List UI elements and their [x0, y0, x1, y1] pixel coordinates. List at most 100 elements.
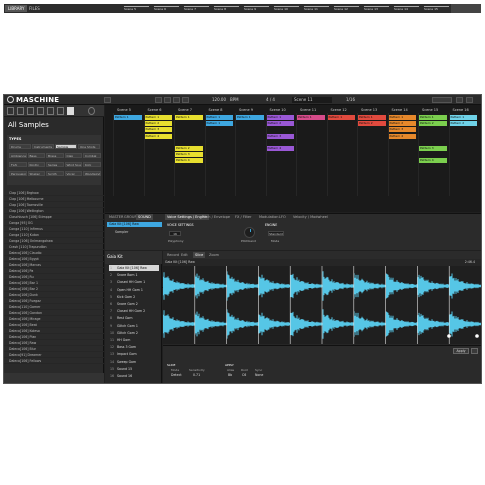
- control-subtab[interactable]: Pitch / Envelope: [200, 214, 232, 220]
- type-tag[interactable]: Vocal: [64, 171, 82, 176]
- pattern-clip[interactable]: Pattern 1: [236, 115, 264, 120]
- sensitivity-value[interactable]: 0.71: [193, 373, 200, 377]
- sound-list-item[interactable]: 16 Sound 16: [109, 373, 159, 379]
- sound-list-item[interactable]: 6 Snare Gom 2: [109, 301, 159, 307]
- type-tag[interactable]: Brass: [46, 153, 64, 158]
- restart-button[interactable]: [155, 97, 162, 103]
- pattern-clip[interactable]: Pattern 2: [144, 121, 172, 127]
- pattern-clip[interactable]: Pattern 4: [144, 133, 172, 139]
- drag-slice-icon[interactable]: [471, 348, 478, 354]
- top-scene-label[interactable]: Scene 10: [274, 6, 299, 11]
- control-subtab[interactable]: FX / Filter: [233, 214, 253, 220]
- group-icon[interactable]: [17, 107, 24, 115]
- type-tag[interactable]: One Shots: [78, 144, 100, 149]
- mode-field[interactable]: Standard: [268, 231, 284, 236]
- pattern-clip[interactable]: Pattern 1: [388, 115, 416, 120]
- pattern-clip[interactable]: Pattern 2: [449, 121, 477, 127]
- pattern-clip[interactable]: Pattern 3: [388, 127, 416, 133]
- scene-header[interactable]: Scene 15: [422, 107, 438, 113]
- group-slot[interactable]: Gaia Kit [106] Raw: [107, 222, 162, 227]
- type-tag[interactable]: Woodwind: [83, 171, 101, 176]
- sound-list-item[interactable]: 2 Snare Bom 1: [109, 272, 159, 278]
- scene-header[interactable]: Scene 8: [209, 107, 223, 113]
- type-tag[interactable]: Series: [46, 162, 64, 167]
- top-scene-label[interactable]: Scene 14: [394, 6, 419, 11]
- loop-button[interactable]: [182, 97, 189, 103]
- pattern-clip[interactable]: Pattern 4: [419, 158, 447, 164]
- pattern-clip[interactable]: Pattern 3: [175, 152, 203, 158]
- sound-list-item[interactable]: 3 Closed HH Gom 1: [109, 279, 159, 285]
- type-tag[interactable]: Kick: [83, 162, 101, 167]
- bpm-value[interactable]: 120.00: [212, 97, 226, 103]
- scene-header[interactable]: Scene 7: [178, 107, 192, 113]
- pattern-clip[interactable]: Pattern 4: [388, 133, 416, 139]
- scene-header[interactable]: Scene 5: [117, 107, 131, 113]
- sound-list-item[interactable]: 13 Impact Gom: [109, 351, 159, 357]
- type-tag[interactable]: Synth: [46, 171, 64, 176]
- pattern-clip[interactable]: Pattern 4: [266, 146, 294, 151]
- effect-icon[interactable]: [47, 107, 54, 115]
- tab-files-top[interactable]: FILES: [26, 5, 43, 12]
- project-icon[interactable]: [7, 107, 14, 115]
- pattern-clip[interactable]: Pattern 2: [419, 121, 447, 127]
- pattern-clip[interactable]: Pattern 1: [266, 115, 294, 120]
- sound-list-item[interactable]: 4 Open HH Gom 1: [109, 287, 159, 293]
- pattern-clip[interactable]: Pattern 3: [419, 146, 447, 151]
- scene-header[interactable]: Scene 14: [392, 107, 408, 113]
- pattern-clip[interactable]: Pattern 1: [449, 115, 477, 120]
- sound-list-item[interactable]: 7 Closed HH Gom 2: [109, 308, 159, 314]
- pattern-clip[interactable]: Pattern 2: [175, 146, 203, 151]
- pattern-clip[interactable]: Pattern 4: [175, 158, 203, 164]
- record-button[interactable]: [173, 97, 180, 103]
- pattern-clip[interactable]: Pattern 1: [175, 115, 203, 120]
- scene-header[interactable]: Scene 6: [148, 107, 162, 113]
- pattern-clip[interactable]: Pattern 1: [205, 115, 233, 120]
- pattern-clip[interactable]: Pattern 1: [114, 115, 142, 120]
- loop-icon[interactable]: [57, 107, 64, 115]
- type-tag[interactable]: Kindly: [27, 162, 45, 167]
- top-scene-label[interactable]: Scene 6: [154, 6, 179, 11]
- sound-list-item[interactable]: 5 Kick Gom 2: [109, 294, 159, 300]
- sound-list-item[interactable]: 9 Glitch Gom 1: [109, 323, 159, 329]
- type-tag[interactable]: Percussion: [9, 171, 27, 176]
- slice-end-handle[interactable]: [475, 334, 479, 338]
- pattern-clip[interactable]: Pattern 1: [327, 115, 355, 120]
- time-signature[interactable]: 4 / 4: [266, 97, 275, 103]
- instrument-icon[interactable]: [37, 107, 44, 115]
- apply-button[interactable]: Apply: [453, 348, 469, 354]
- browser-toggle-button[interactable]: [104, 97, 111, 103]
- top-scene-label[interactable]: Scene 11: [304, 6, 329, 11]
- type-tag[interactable]: Instruments: [32, 144, 54, 149]
- scene-header[interactable]: Scene 11: [300, 107, 316, 113]
- tab-sound[interactable]: SOUND: [136, 214, 153, 220]
- top-scene-label[interactable]: Scene 9: [244, 6, 269, 11]
- alias-value[interactable]: Bb: [228, 373, 232, 377]
- root-value[interactable]: C6: [242, 373, 246, 377]
- editor-tab[interactable]: Zoom: [207, 252, 221, 258]
- pitchbend-knob[interactable]: [244, 227, 255, 238]
- sound-list-item[interactable]: 1 Gaia Kit [106] Raw: [109, 265, 159, 271]
- scene-header[interactable]: Scene 9: [239, 107, 253, 113]
- top-scene-label[interactable]: Scene 7: [184, 6, 209, 11]
- sound-list-item[interactable]: 11 HH Gom: [109, 337, 159, 343]
- pattern-clip[interactable]: Pattern 1: [358, 115, 386, 120]
- slice-mode-value[interactable]: Detect: [171, 373, 182, 377]
- grid-value[interactable]: 1/16: [346, 97, 355, 103]
- pattern-clip[interactable]: Pattern 2: [266, 121, 294, 127]
- pattern-clip[interactable]: Pattern 1: [144, 115, 172, 120]
- tab-library-top[interactable]: LIBRARY: [5, 5, 28, 12]
- sound-icon[interactable]: [27, 107, 34, 115]
- pattern-clip[interactable]: Pattern 2: [358, 121, 386, 127]
- sound-list-item[interactable]: 10 Glitch Gom 2: [109, 330, 159, 336]
- pattern-clip[interactable]: Pattern 3: [144, 127, 172, 133]
- sync-value[interactable]: None: [255, 373, 263, 377]
- control-subtab[interactable]: Velocity / Modwheel: [291, 214, 330, 220]
- waveform-display[interactable]: [163, 266, 481, 344]
- pattern-clip[interactable]: Pattern 2: [388, 121, 416, 127]
- top-scene-label[interactable]: Scene 5: [124, 6, 149, 11]
- type-tag[interactable]: Clap: [64, 153, 82, 158]
- type-tag[interactable]: Cymbal: [83, 153, 101, 158]
- type-tag[interactable]: Bass: [27, 153, 45, 158]
- settings-icon[interactable]: [466, 97, 473, 103]
- pattern-clip[interactable]: Pattern 3: [266, 133, 294, 139]
